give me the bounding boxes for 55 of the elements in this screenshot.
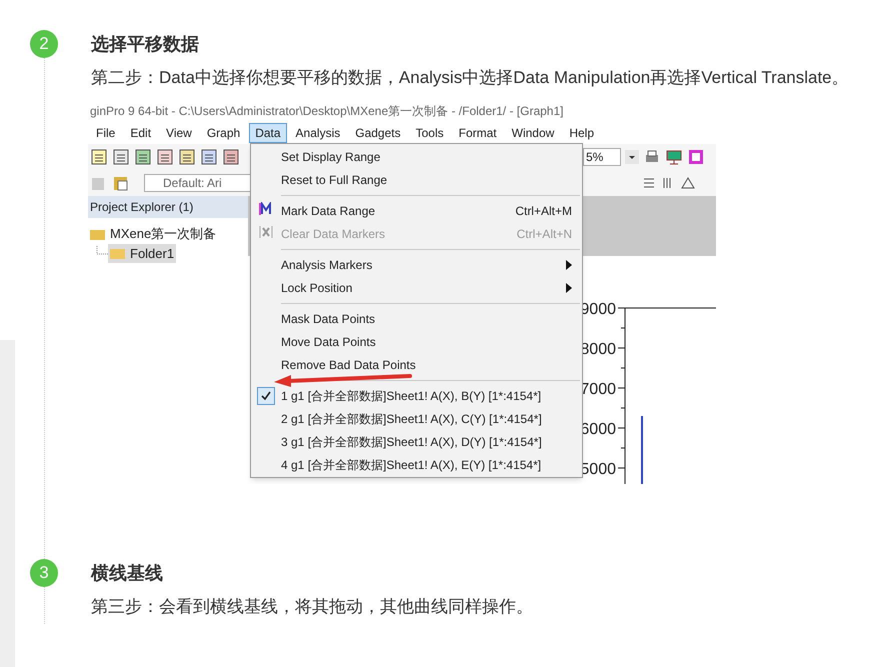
step-title: 选择平移数据 — [91, 33, 200, 56]
clipboard-icon — [112, 174, 130, 192]
toolbar-icon — [134, 148, 152, 166]
menu-bar-item[interactable]: Format — [452, 123, 503, 143]
caret-icon — [625, 150, 639, 164]
menu-item[interactable]: Reset to Full Range — [251, 168, 582, 191]
checkmark-icon — [261, 390, 271, 400]
submenu-arrow-icon — [566, 260, 572, 270]
menu-item[interactable]: 3 g1 [合并全部数据]Sheet1! A(X), D(Y) [1*:4154*] — [251, 430, 582, 453]
toolbar-icon — [222, 148, 240, 166]
step-description: 第二步：Data中选择你想要平移的数据，Analysis中选择Data Manipulation再选择Vertical Translate。 — [91, 67, 850, 89]
shortcut-label: Ctrl+Alt+N — [516, 226, 572, 242]
menu-item[interactable]: 2 g1 [合并全部数据]Sheet1! A(X), C(Y) [1*:4154*] — [251, 407, 582, 430]
toolbar-icon — [112, 148, 130, 166]
letter-m-icon — [259, 202, 273, 216]
menu-bar-item[interactable]: Window — [506, 123, 560, 143]
folder-icon — [90, 228, 106, 240]
toolbar-icon — [90, 148, 108, 166]
submenu-arrow-icon — [566, 282, 572, 292]
zoom-field[interactable]: 5% — [583, 148, 621, 166]
cross-icon — [259, 224, 273, 238]
menu-bar-item[interactable]: Edit — [124, 123, 158, 143]
tree-item[interactable]: Folder1 — [108, 244, 176, 263]
menu-item[interactable]: Remove Bad Data Points — [251, 353, 582, 376]
monitor-icon — [665, 148, 683, 166]
shortcut-label: Ctrl+Alt+M — [515, 202, 572, 220]
window-title: ginPro 9 64-bit - C:\Users\Administrator\Desktop\MXene第一次制备 - /Folder1/ - [Graph1] — [88, 104, 716, 122]
toolbar-icon — [156, 148, 174, 166]
menu-bar-item[interactable]: Data — [249, 123, 287, 143]
axis-label: 7000 — [580, 381, 616, 398]
menu-bar-item[interactable]: Gadgets — [349, 123, 407, 143]
menu-item[interactable]: Mark Data Range Ctrl+Alt+M — [251, 199, 582, 222]
menu-bar-item[interactable]: Tools — [410, 123, 450, 143]
panel-title: Project Explorer (1) — [88, 196, 248, 218]
step-number: 3 — [30, 559, 58, 587]
menu-bar-item[interactable]: Graph — [200, 123, 246, 143]
step-number: 2 — [30, 30, 58, 58]
window-icon — [687, 148, 705, 166]
toolbar-icon — [178, 148, 196, 166]
menu-item[interactable]: Mask Data Points — [251, 307, 582, 330]
menu-bar-item[interactable]: View — [160, 123, 198, 143]
folder-icon — [110, 247, 126, 260]
step-title: 横线基线 — [91, 562, 164, 585]
toolbar-icon — [200, 148, 218, 166]
menu-item[interactable]: 1 g1 [合并全部数据]Sheet1! A(X), B(Y) [1*:4154*] — [251, 384, 582, 407]
menu-bar-item[interactable]: File — [90, 123, 122, 143]
menu-item[interactable]: 4 g1 [合并全部数据]Sheet1! A(X), E(Y) [1*:4154*] — [251, 453, 582, 476]
menu-bar-item[interactable]: Help — [563, 123, 600, 143]
step-description: 第三步：会看到横线基线，将其拖动，其他曲线同样操作。 — [91, 596, 534, 618]
menu-item[interactable]: Set Display Range — [251, 145, 582, 168]
menu-bar-item[interactable]: Analysis — [290, 123, 346, 143]
menu-item[interactable]: Analysis Markers — [251, 253, 582, 276]
tree-item[interactable]: MXene第一次制备 — [110, 224, 216, 244]
menu-item[interactable]: Lock Position — [251, 276, 582, 299]
menu-item[interactable]: Move Data Points — [251, 330, 582, 353]
